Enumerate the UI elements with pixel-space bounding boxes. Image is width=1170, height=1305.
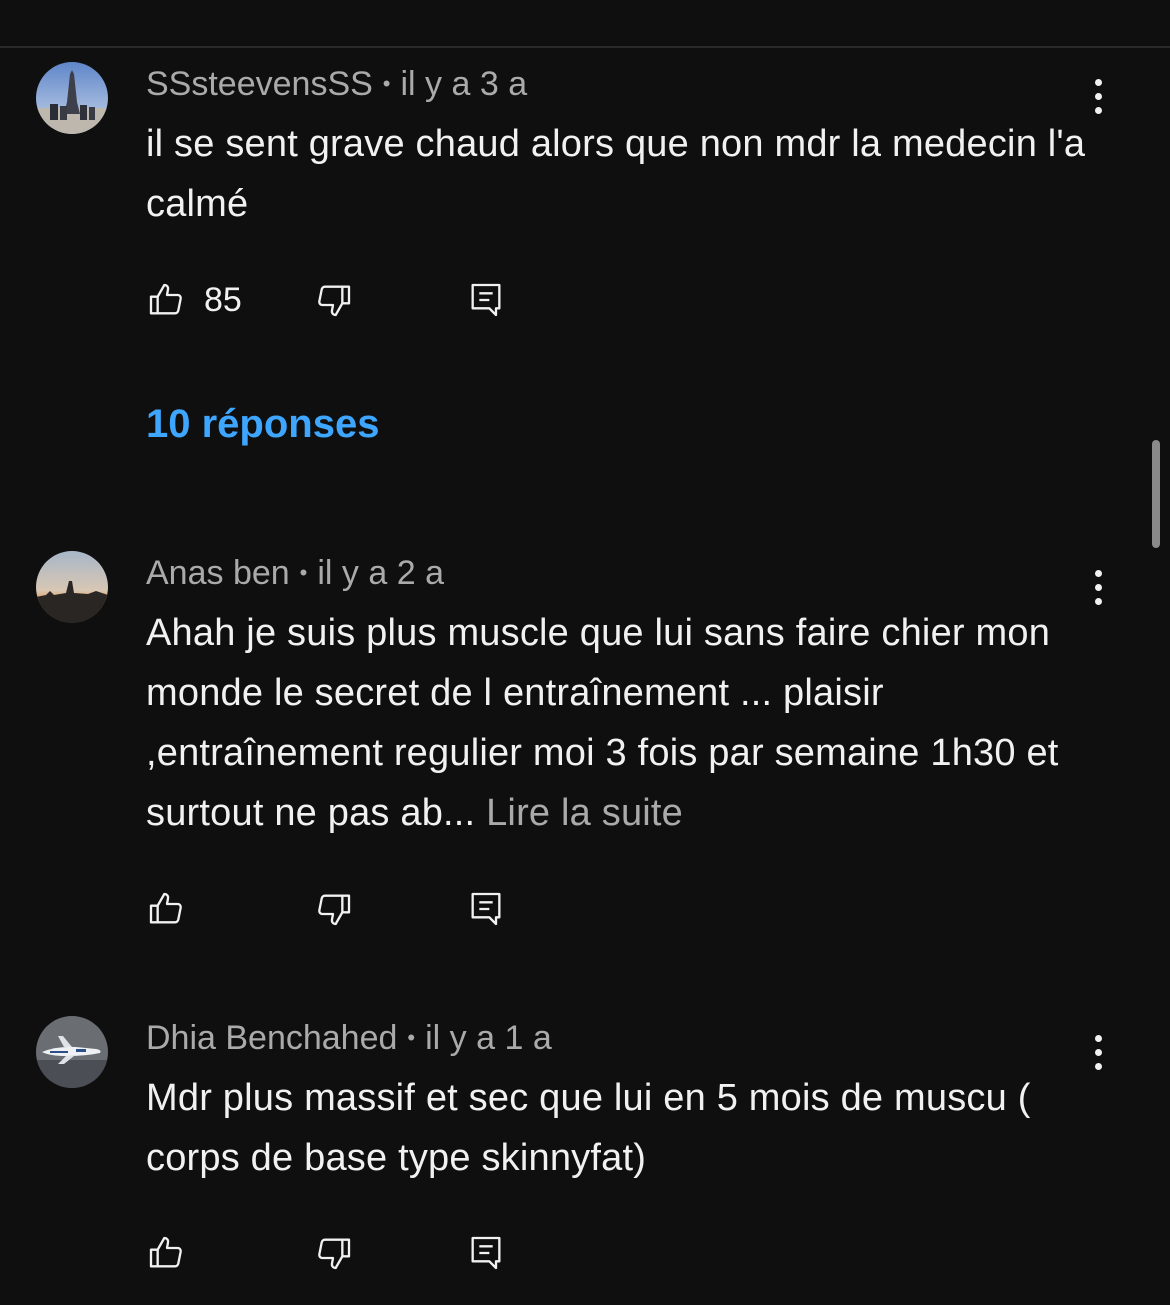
comment-actions: 85: [146, 275, 546, 325]
thumbs-down-icon: [318, 894, 351, 926]
comment-actions: [146, 1228, 546, 1278]
reply-icon: [471, 1236, 501, 1270]
dislike-button[interactable]: [314, 275, 354, 325]
reply-button[interactable]: [466, 1228, 506, 1278]
top-divider: [0, 46, 1170, 48]
avatar[interactable]: [36, 62, 108, 134]
read-more-link[interactable]: Lire la suite: [486, 792, 683, 834]
separator-dot: •: [407, 1025, 416, 1050]
thumbs-down-icon: [318, 285, 351, 317]
thumbs-down-icon: [318, 1238, 351, 1270]
comment-header: Anas ben • il y a 2 a: [146, 551, 444, 595]
avatar-photo-sunset-skyline: [36, 551, 108, 623]
comment-text-content: il se sent grave chaud alors que non mdr…: [146, 123, 1086, 225]
reply-icon: [471, 283, 501, 317]
like-count: 85: [204, 280, 242, 319]
separator-dot: •: [382, 71, 391, 96]
author-name[interactable]: SSsteevensSS: [146, 65, 373, 104]
like-button[interactable]: [146, 884, 186, 934]
comment-text-content: Mdr plus massif et sec que lui en 5 mois…: [146, 1077, 1031, 1179]
comment-text: Mdr plus massif et sec que lui en 5 mois…: [146, 1068, 1091, 1188]
avatar-photo-eiffel-tower: [36, 62, 108, 134]
dislike-button[interactable]: [314, 884, 354, 934]
thumbs-up-icon: [149, 892, 182, 924]
comment-time: il y a 1 a: [425, 1018, 552, 1057]
like-button[interactable]: 85: [146, 275, 242, 325]
separator-dot: •: [299, 560, 308, 585]
view-replies-link[interactable]: 10 réponses: [146, 402, 379, 447]
comment-time: il y a 2 a: [317, 553, 444, 592]
avatar[interactable]: [36, 1016, 108, 1088]
reply-button[interactable]: [466, 884, 506, 934]
like-button[interactable]: [146, 1228, 186, 1278]
thumbs-up-icon: [149, 283, 182, 315]
dislike-button[interactable]: [314, 1228, 354, 1278]
avatar[interactable]: [36, 551, 108, 623]
comment-text: il se sent grave chaud alors que non mdr…: [146, 114, 1091, 234]
author-name[interactable]: Dhia Benchahed: [146, 1019, 397, 1058]
scrollbar[interactable]: [1152, 440, 1160, 548]
comment-header: SSsteevensSS • il y a 3 a: [146, 62, 527, 106]
comment-text: Ahah je suis plus muscle que lui sans fa…: [146, 603, 1091, 843]
author-name[interactable]: Anas ben: [146, 554, 290, 593]
reply-icon: [471, 892, 501, 926]
comment-header: Dhia Benchahed • il y a 1 a: [146, 1016, 552, 1060]
avatar-photo-airplane: [36, 1016, 108, 1088]
comment-actions: [146, 884, 546, 934]
reply-button[interactable]: [466, 275, 506, 325]
comment-time: il y a 3 a: [400, 64, 528, 103]
thumbs-up-icon: [149, 1236, 182, 1268]
